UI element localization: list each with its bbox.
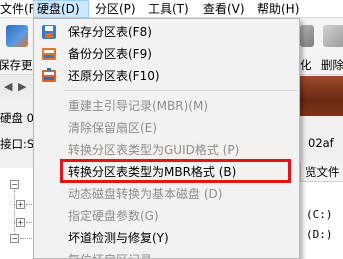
- backup-partition-table-icon: [41, 46, 57, 62]
- forward-arrow-icon[interactable]: ▶: [18, 80, 26, 93]
- drive-c-label[interactable]: (C:): [306, 208, 333, 221]
- format-label: 化: [300, 58, 312, 72]
- menu-separator: [64, 90, 297, 91]
- menu-item-backup-partition-table[interactable]: 备份分区表(F9): [34, 43, 299, 65]
- partition-list: 览文件 (C:) (D:): [300, 162, 343, 259]
- save-changes-icon: [6, 25, 28, 47]
- menu-tools[interactable]: 工具(T): [145, 0, 192, 18]
- back-arrow-icon[interactable]: ◀: [4, 80, 12, 93]
- format-button[interactable]: 化: [300, 25, 317, 72]
- highlight-box: [60, 159, 291, 183]
- tree-expand-icon[interactable]: +: [16, 218, 25, 227]
- save-partition-table-icon: [41, 24, 57, 40]
- menu-item-rebuild-mbr[interactable]: 重建主引导记录(MBR)(M): [34, 95, 299, 117]
- tree-collapse-icon[interactable]: −: [10, 234, 19, 243]
- menu-view[interactable]: 查看(V): [200, 0, 248, 18]
- menu-disk[interactable]: 硬盘(D): [33, 0, 89, 18]
- interface-label: 接口:S: [0, 137, 35, 151]
- drive-d-label[interactable]: (D:): [306, 228, 333, 241]
- menu-item-bad-sector-check[interactable]: 坏道检测与修复(Y): [34, 227, 299, 249]
- menu-item-convert-to-guid[interactable]: 转换分区表类型为GUID格式 (P): [34, 139, 299, 161]
- tree-collapse-icon[interactable]: −: [10, 180, 19, 189]
- menu-item-restore-partition-table[interactable]: 还原分区表(F10): [34, 65, 299, 87]
- restore-partition-table-icon: [41, 68, 57, 84]
- menu-partition[interactable]: 分区(P): [92, 0, 139, 18]
- disk-label: 硬盘 0: [0, 111, 34, 125]
- menu-bar: 文件(F) 硬盘(D) 分区(P) 工具(T) 查看(V) 帮助(H): [0, 0, 343, 18]
- browse-files-tab[interactable]: 览文件: [300, 162, 343, 182]
- menu-item-dynamic-to-basic[interactable]: 动态磁盘转换为基本磁盘 (D): [34, 183, 299, 205]
- menu-item-save-partition-table[interactable]: 保存分区表(F8): [34, 21, 299, 43]
- menu-help[interactable]: 帮助(H): [254, 0, 302, 18]
- menu-item-reset-bad-sectors[interactable]: 复位坏扇区记录: [34, 249, 299, 258]
- format-icon: [300, 25, 314, 47]
- menu-item-clear-reserved-sectors[interactable]: 清除保留扇区(E): [34, 117, 299, 139]
- disk-banner: [300, 76, 343, 116]
- delete-button[interactable]: 删除: [320, 25, 343, 72]
- save-changes-button[interactable]: 保存更改: [0, 25, 44, 72]
- delete-icon: [323, 25, 343, 47]
- disk-dropdown-menu: 保存分区表(F8) 备份分区表(F9) 还原分区表(F10) 重建主引导记录(M…: [33, 18, 300, 259]
- delete-label: 删除: [321, 58, 343, 72]
- menu-item-specify-disk-params[interactable]: 指定硬盘参数(G): [34, 205, 299, 227]
- tree-expand-icon[interactable]: +: [16, 200, 25, 209]
- disk-signature: 02af: [308, 136, 334, 150]
